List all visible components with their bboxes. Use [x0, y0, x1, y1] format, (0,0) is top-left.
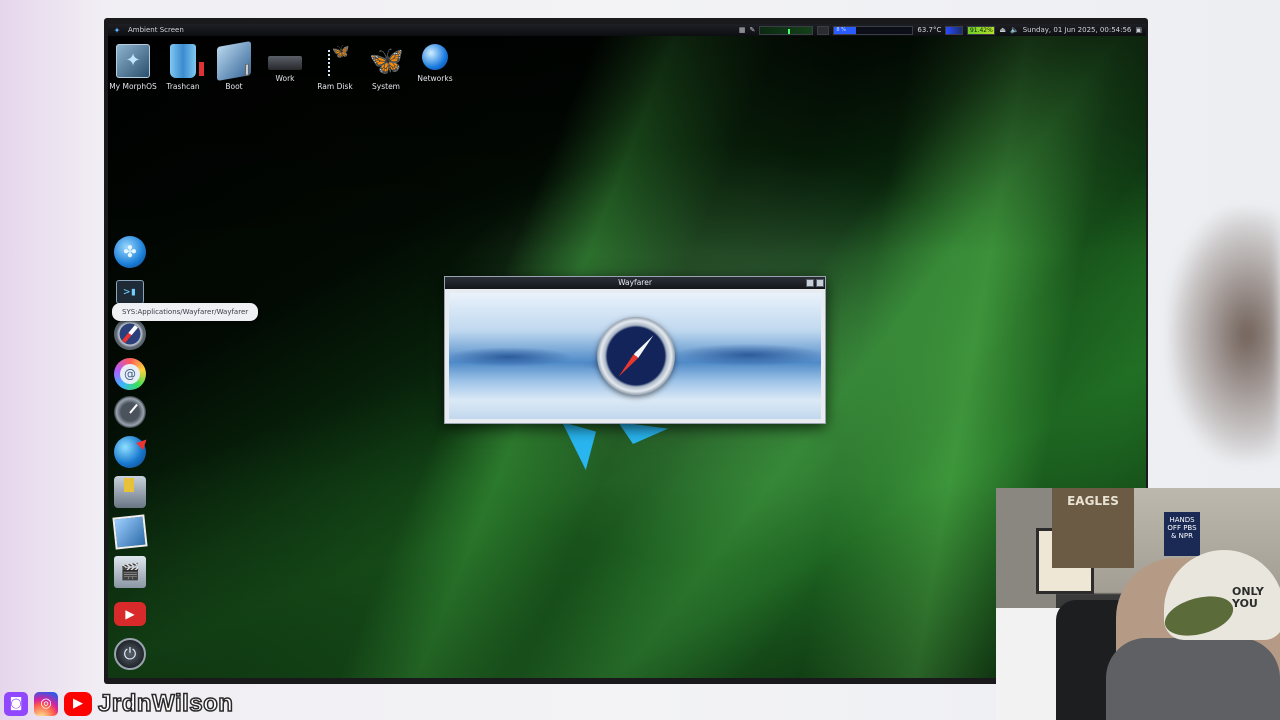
- desktop-icon-boot[interactable]: Boot: [207, 41, 261, 91]
- ambient-butterfly-icon[interactable]: [114, 236, 146, 268]
- cam-sign: HANDS OFF PBS & NPR: [1164, 512, 1200, 556]
- youtube-logo-icon: ▶: [64, 692, 92, 716]
- cpu-meter: 8 %: [833, 25, 914, 35]
- ram-disk-icon: [318, 44, 352, 78]
- desktop-icon-label: Ram Disk: [317, 82, 353, 91]
- webcam-overlay: EAGLES HANDS OFF PBS & NPR ONLY YOU: [996, 488, 1280, 720]
- morphos-desktop[interactable]: ✦ Ambient Screen ▦ ✎ 8 % 63.7°C 91.42% ⏏…: [108, 24, 1146, 678]
- eject-icon[interactable]: ⏏: [999, 26, 1006, 34]
- video-icon[interactable]: [114, 556, 146, 588]
- youtube-icon[interactable]: [114, 602, 146, 626]
- screen-title: Ambient Screen: [128, 26, 184, 34]
- cam-hat-label: ONLY YOU: [1232, 585, 1264, 610]
- boot-drive-icon: [217, 41, 251, 81]
- network-graph: [759, 25, 814, 35]
- iconify-button[interactable]: [806, 279, 814, 287]
- desktop-icon-label: System: [372, 82, 400, 91]
- cam-poster: EAGLES: [1052, 488, 1134, 568]
- trashcan-icon: [170, 44, 204, 78]
- desktop-icon-label: Boot: [225, 82, 243, 91]
- cpu-label: 8 %: [834, 26, 857, 34]
- battery-meter: 91.42%: [967, 25, 996, 35]
- screen-depth-icon[interactable]: ▣: [1135, 26, 1142, 34]
- instagram-icon: ◎: [34, 692, 58, 716]
- volume-icon[interactable]: 🔈: [1010, 26, 1019, 34]
- shell-icon[interactable]: [116, 280, 144, 304]
- twitch-icon: ◙: [4, 692, 28, 716]
- top-menubar: ✦ Ambient Screen ▦ ✎ 8 % 63.7°C 91.42% ⏏…: [108, 24, 1146, 36]
- cam-hoodie: [1106, 638, 1280, 720]
- desktop-icon-label: Work: [275, 74, 295, 83]
- system-tray: ▦ ✎ 8 % 63.7°C 91.42% ⏏ 🔈 Sunday, 01 Jun…: [739, 24, 1142, 36]
- wayfarer-splash-window[interactable]: Wayfarer: [444, 276, 826, 424]
- photos-icon[interactable]: [112, 514, 148, 550]
- social-bar: ◙ ◎ ▶ JrdnWilson: [4, 689, 234, 718]
- pen-icon[interactable]: ✎: [750, 26, 756, 34]
- networks-globe-icon: [422, 44, 448, 70]
- disk-activity: [817, 25, 830, 35]
- memory-meter: [945, 25, 964, 35]
- mail-icon[interactable]: [114, 358, 146, 390]
- desktop-icon-label: Networks: [417, 74, 453, 83]
- desktop-icon-my-morphos[interactable]: My MorphOS: [108, 44, 160, 91]
- screenbar-grid-icon[interactable]: ▦: [739, 26, 746, 34]
- wayfarer-compass-icon: [597, 317, 675, 395]
- creator-handle: JrdnWilson: [97, 689, 234, 718]
- installer-icon[interactable]: [114, 476, 146, 508]
- desktop-icon-networks[interactable]: Networks: [408, 44, 462, 83]
- system-butterfly-icon: [369, 44, 403, 78]
- compass-needle: [616, 333, 655, 378]
- window-titlebar[interactable]: Wayfarer: [445, 277, 825, 289]
- clock-datetime[interactable]: Sunday, 01 Jun 2025, 00:54:56: [1023, 26, 1132, 34]
- wallpaper-butterfly: [562, 422, 672, 472]
- ambient-logo-icon[interactable]: ✦: [112, 26, 122, 35]
- window-title: Wayfarer: [618, 278, 652, 287]
- dock-tooltip: SYS:Applications/Wayfarer/Wayfarer: [112, 303, 259, 321]
- internet-globe-icon[interactable]: [114, 436, 146, 468]
- desktop-icon-system[interactable]: System: [359, 44, 413, 91]
- clock-icon[interactable]: [114, 396, 146, 428]
- desktop-icon-ram-disk[interactable]: Ram Disk: [308, 44, 362, 91]
- desktop-icon-label: Trashcan: [166, 82, 200, 91]
- desktop-icon-label: My MorphOS: [109, 82, 157, 91]
- work-drive-icon: [268, 56, 302, 70]
- wayfarer-splash-image: [449, 293, 821, 419]
- desktop-icon-work[interactable]: Work: [258, 44, 312, 83]
- blurred-hand: [1170, 210, 1280, 460]
- power-icon[interactable]: [114, 638, 146, 670]
- wayfarer-compass-icon[interactable]: [114, 318, 146, 350]
- cpu-temperature: 63.7°C: [917, 26, 942, 34]
- desktop-icon-trashcan[interactable]: Trashcan: [156, 44, 210, 91]
- morphos-drive-icon: [116, 44, 150, 78]
- depth-button[interactable]: [816, 279, 824, 287]
